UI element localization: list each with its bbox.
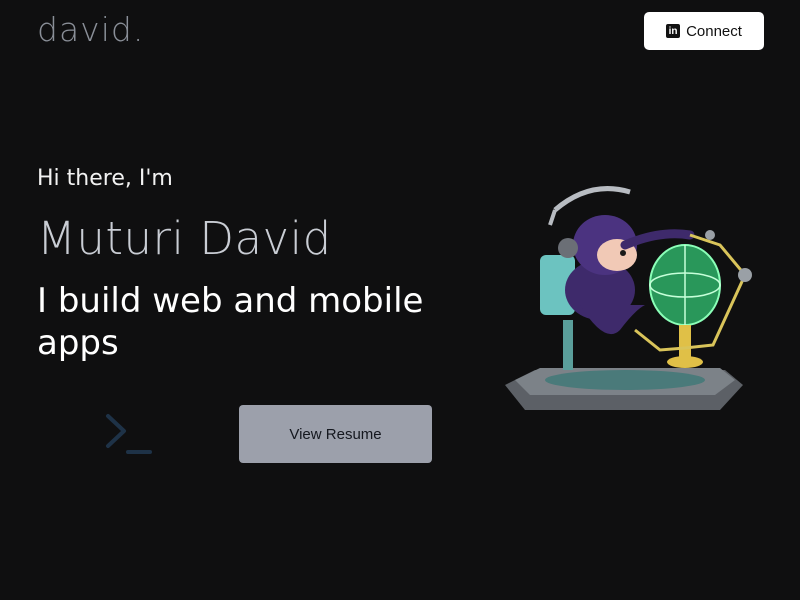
hero-name: Muturi David [37, 212, 332, 265]
connect-label: Connect [686, 22, 742, 40]
terminal-prompt-icon [106, 414, 152, 454]
site-logo[interactable]: david. [37, 10, 144, 49]
hero-greeting: Hi there, I'm [37, 166, 173, 191]
hero-tagline: I build web and mobile apps [37, 281, 424, 363]
linkedin-icon: in [666, 24, 681, 38]
connect-button[interactable]: in Connect [644, 12, 764, 50]
view-resume-button[interactable]: View Resume [239, 405, 432, 463]
octocat-hologram-illustration [505, 186, 752, 410]
